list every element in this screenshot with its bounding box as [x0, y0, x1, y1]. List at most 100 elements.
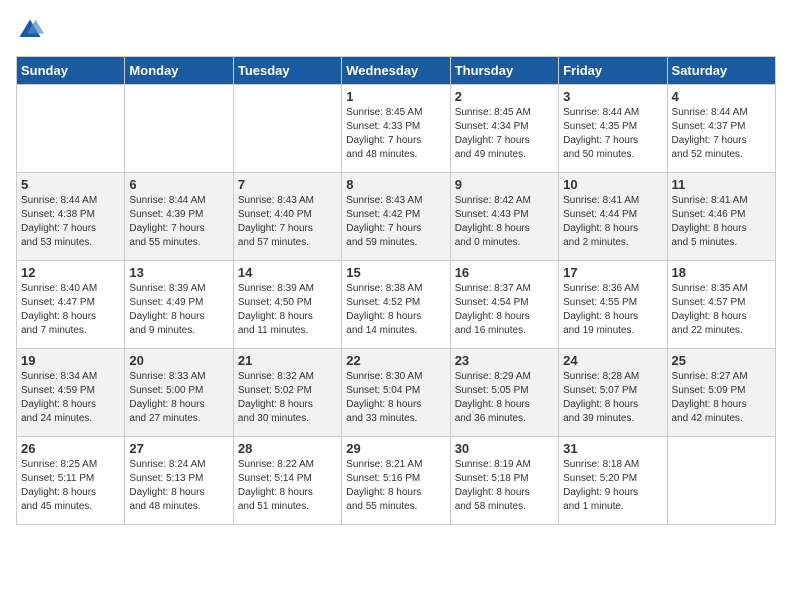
day-number: 7 [238, 177, 337, 192]
day-info: Sunrise: 8:38 AM Sunset: 4:52 PM Dayligh… [346, 282, 445, 338]
calendar-week-row: 19 Sunrise: 8:34 AM Sunset: 4:59 PM Dayli… [17, 349, 776, 437]
day-number: 6 [129, 177, 228, 192]
calendar-cell: 6 Sunrise: 8:44 AM Sunset: 4:39 PM Daylig… [125, 173, 233, 261]
day-info: Sunrise: 8:43 AM Sunset: 4:42 PM Dayligh… [346, 194, 445, 250]
day-info: Sunrise: 8:45 AM Sunset: 4:34 PM Dayligh… [455, 106, 554, 162]
calendar-cell: 31 Sunrise: 8:18 AM Sunset: 5:20 PM Dayli… [559, 437, 667, 525]
day-number: 17 [563, 265, 662, 280]
day-number: 21 [238, 353, 337, 368]
calendar-cell: 8 Sunrise: 8:43 AM Sunset: 4:42 PM Daylig… [342, 173, 450, 261]
day-info: Sunrise: 8:22 AM Sunset: 5:14 PM Dayligh… [238, 458, 337, 514]
day-info: Sunrise: 8:33 AM Sunset: 5:00 PM Dayligh… [129, 370, 228, 426]
calendar-cell [233, 85, 341, 173]
calendar-cell: 27 Sunrise: 8:24 AM Sunset: 5:13 PM Dayli… [125, 437, 233, 525]
day-info: Sunrise: 8:44 AM Sunset: 4:38 PM Dayligh… [21, 194, 120, 250]
calendar-cell: 16 Sunrise: 8:37 AM Sunset: 4:54 PM Dayli… [450, 261, 558, 349]
day-info: Sunrise: 8:44 AM Sunset: 4:39 PM Dayligh… [129, 194, 228, 250]
day-number: 25 [672, 353, 771, 368]
day-number: 3 [563, 89, 662, 104]
day-number: 18 [672, 265, 771, 280]
calendar-cell: 13Sunrise: 8:39 AM Sunset: 4:49 PM Dayli… [125, 261, 233, 349]
day-number: 30 [455, 441, 554, 456]
day-number: 20 [129, 353, 228, 368]
day-info: Sunrise: 8:29 AM Sunset: 5:05 PM Dayligh… [455, 370, 554, 426]
day-number: 12 [21, 265, 120, 280]
day-info: Sunrise: 8:19 AM Sunset: 5:18 PM Dayligh… [455, 458, 554, 514]
day-number: 11 [672, 177, 771, 192]
day-info: Sunrise: 8:39 AM Sunset: 4:50 PM Dayligh… [238, 282, 337, 338]
day-number: 15 [346, 265, 445, 280]
day-number: 23 [455, 353, 554, 368]
header-day-sunday: Sunday [17, 57, 125, 85]
day-info: Sunrise: 8:41 AM Sunset: 4:46 PM Dayligh… [672, 194, 771, 250]
calendar-cell: 12 Sunrise: 8:40 AM Sunset: 4:47 PM Dayli… [17, 261, 125, 349]
day-number: 27 [129, 441, 228, 456]
day-number: 19 [21, 353, 120, 368]
calendar-cell: 9 Sunrise: 8:42 AM Sunset: 4:43 PM Daylig… [450, 173, 558, 261]
day-info: Sunrise: 8:41 AM Sunset: 4:44 PM Dayligh… [563, 194, 662, 250]
calendar-cell: 5 Sunrise: 8:44 AM Sunset: 4:38 PM Daylig… [17, 173, 125, 261]
day-info: Sunrise: 8:39 AM Sunset: 4:49 PM Dayligh… [129, 282, 228, 338]
calendar-cell: 1 Sunrise: 8:45 AM Sunset: 4:33 PM Daylig… [342, 85, 450, 173]
day-number: 1 [346, 89, 445, 104]
calendar-cell: 2Sunrise: 8:45 AM Sunset: 4:34 PM Daylig… [450, 85, 558, 173]
calendar-week-row: 1 Sunrise: 8:45 AM Sunset: 4:33 PM Daylig… [17, 85, 776, 173]
day-number: 31 [563, 441, 662, 456]
header-day-wednesday: Wednesday [342, 57, 450, 85]
day-info: Sunrise: 8:43 AM Sunset: 4:40 PM Dayligh… [238, 194, 337, 250]
day-info: Sunrise: 8:21 AM Sunset: 5:16 PM Dayligh… [346, 458, 445, 514]
day-info: Sunrise: 8:40 AM Sunset: 4:47 PM Dayligh… [21, 282, 120, 338]
day-info: Sunrise: 8:24 AM Sunset: 5:13 PM Dayligh… [129, 458, 228, 514]
calendar-cell: 11 Sunrise: 8:41 AM Sunset: 4:46 PM Dayli… [667, 173, 775, 261]
day-number: 29 [346, 441, 445, 456]
day-info: Sunrise: 8:34 AM Sunset: 4:59 PM Dayligh… [21, 370, 120, 426]
day-number: 22 [346, 353, 445, 368]
calendar-table: SundayMondayTuesdayWednesdayThursdayFrid… [16, 56, 776, 525]
calendar-header-row: SundayMondayTuesdayWednesdayThursdayFrid… [17, 57, 776, 85]
calendar-cell: 22 Sunrise: 8:30 AM Sunset: 5:04 PM Dayli… [342, 349, 450, 437]
calendar-cell: 19 Sunrise: 8:34 AM Sunset: 4:59 PM Dayli… [17, 349, 125, 437]
calendar-cell: 21 Sunrise: 8:32 AM Sunset: 5:02 PM Dayli… [233, 349, 341, 437]
day-info: Sunrise: 8:45 AM Sunset: 4:33 PM Dayligh… [346, 106, 445, 162]
header-day-monday: Monday [125, 57, 233, 85]
calendar-cell: 28 Sunrise: 8:22 AM Sunset: 5:14 PM Dayli… [233, 437, 341, 525]
calendar-cell: 26Sunrise: 8:25 AM Sunset: 5:11 PM Dayli… [17, 437, 125, 525]
header-day-tuesday: Tuesday [233, 57, 341, 85]
calendar-cell: 15 Sunrise: 8:38 AM Sunset: 4:52 PM Dayli… [342, 261, 450, 349]
calendar-cell [17, 85, 125, 173]
day-number: 16 [455, 265, 554, 280]
day-number: 4 [672, 89, 771, 104]
header-day-friday: Friday [559, 57, 667, 85]
calendar-cell: 7 Sunrise: 8:43 AM Sunset: 4:40 PM Daylig… [233, 173, 341, 261]
calendar-cell: 14 Sunrise: 8:39 AM Sunset: 4:50 PM Dayli… [233, 261, 341, 349]
day-number: 14 [238, 265, 337, 280]
calendar-cell: 23 Sunrise: 8:29 AM Sunset: 5:05 PM Dayli… [450, 349, 558, 437]
logo [16, 16, 48, 44]
calendar-week-row: 26Sunrise: 8:25 AM Sunset: 5:11 PM Dayli… [17, 437, 776, 525]
day-number: 28 [238, 441, 337, 456]
day-info: Sunrise: 8:37 AM Sunset: 4:54 PM Dayligh… [455, 282, 554, 338]
calendar-week-row: 5 Sunrise: 8:44 AM Sunset: 4:38 PM Daylig… [17, 173, 776, 261]
header-day-saturday: Saturday [667, 57, 775, 85]
calendar-cell [667, 437, 775, 525]
day-info: Sunrise: 8:42 AM Sunset: 4:43 PM Dayligh… [455, 194, 554, 250]
calendar-cell: 29 Sunrise: 8:21 AM Sunset: 5:16 PM Dayli… [342, 437, 450, 525]
day-info: Sunrise: 8:28 AM Sunset: 5:07 PM Dayligh… [563, 370, 662, 426]
day-number: 9 [455, 177, 554, 192]
day-info: Sunrise: 8:27 AM Sunset: 5:09 PM Dayligh… [672, 370, 771, 426]
header-day-thursday: Thursday [450, 57, 558, 85]
day-number: 10 [563, 177, 662, 192]
day-number: 5 [21, 177, 120, 192]
day-info: Sunrise: 8:36 AM Sunset: 4:55 PM Dayligh… [563, 282, 662, 338]
day-info: Sunrise: 8:32 AM Sunset: 5:02 PM Dayligh… [238, 370, 337, 426]
calendar-cell: 25 Sunrise: 8:27 AM Sunset: 5:09 PM Dayli… [667, 349, 775, 437]
day-info: Sunrise: 8:30 AM Sunset: 5:04 PM Dayligh… [346, 370, 445, 426]
day-number: 8 [346, 177, 445, 192]
calendar-cell: 10 Sunrise: 8:41 AM Sunset: 4:44 PM Dayli… [559, 173, 667, 261]
calendar-cell [125, 85, 233, 173]
calendar-cell: 24Sunrise: 8:28 AM Sunset: 5:07 PM Dayli… [559, 349, 667, 437]
calendar-cell: 4Sunrise: 8:44 AM Sunset: 4:37 PM Daylig… [667, 85, 775, 173]
calendar-cell: 3Sunrise: 8:44 AM Sunset: 4:35 PM Daylig… [559, 85, 667, 173]
calendar-week-row: 12 Sunrise: 8:40 AM Sunset: 4:47 PM Dayli… [17, 261, 776, 349]
day-info: Sunrise: 8:18 AM Sunset: 5:20 PM Dayligh… [563, 458, 662, 514]
